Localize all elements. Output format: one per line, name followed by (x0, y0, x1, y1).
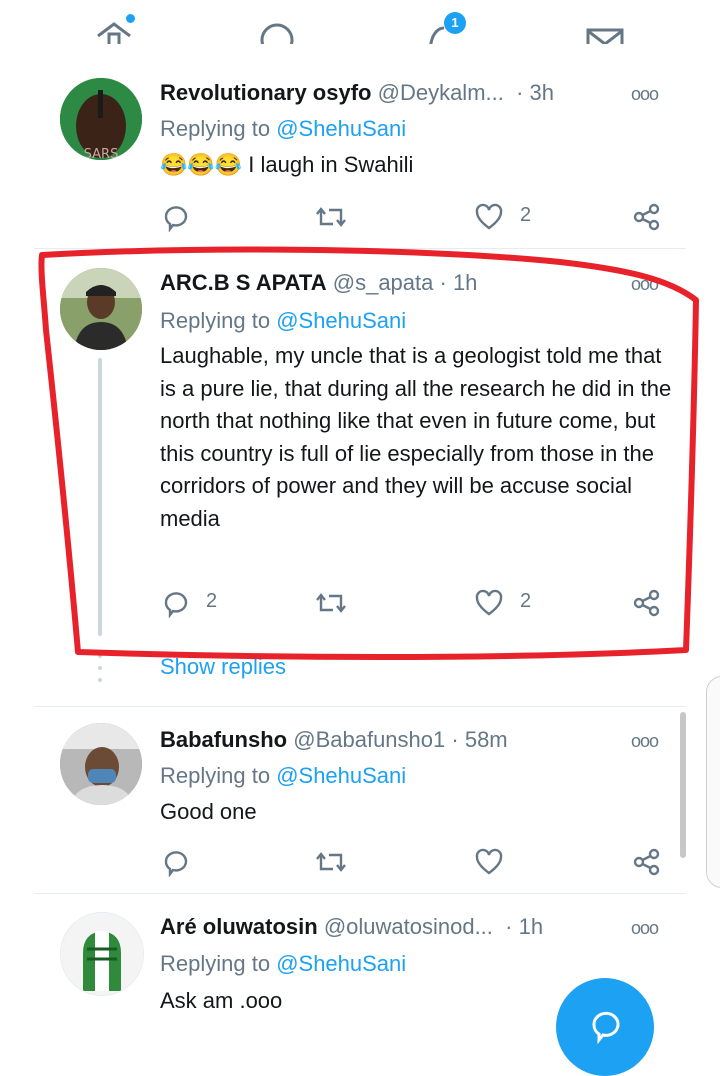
tweet-text: Good one (160, 799, 257, 824)
tweet-babafunsho[interactable]: Babafunsho @Babafunsho1 · 58m ooo Replyi… (34, 707, 686, 893)
heart-icon (475, 848, 503, 875)
tweet-actions (160, 847, 680, 877)
more-options-icon[interactable]: ooo (631, 918, 659, 939)
display-name[interactable]: Babafunsho (160, 727, 287, 752)
replying-to: Replying to @ShehuSani (160, 763, 406, 789)
tweet-header: Babafunsho @Babafunsho1 · 58m (160, 727, 508, 753)
tweet-header: Aré oluwatosin @oluwatosinod... · 1h (160, 914, 543, 940)
replying-prefix: Replying to (160, 763, 277, 788)
display-name[interactable]: Aré oluwatosin (160, 914, 318, 939)
compose-reply-button[interactable] (556, 978, 654, 1076)
avatar[interactable] (60, 912, 144, 996)
reply-icon (592, 1011, 620, 1044)
user-handle[interactable]: @Babafunsho1 (293, 727, 445, 752)
share-icon (633, 848, 660, 876)
retweet-icon (316, 852, 346, 872)
mention-link[interactable]: @ShehuSani (276, 951, 406, 976)
reply-icon (164, 851, 188, 877)
replying-prefix: Replying to (160, 951, 277, 976)
scrollbar[interactable] (680, 712, 686, 858)
more-options-icon[interactable]: ooo (631, 731, 659, 752)
tweet-time: · 1h (505, 914, 544, 939)
avatar[interactable] (60, 723, 142, 805)
mention-link[interactable]: @ShehuSani (276, 763, 406, 788)
tweet-time: · 58m (451, 727, 508, 752)
user-handle[interactable]: @oluwatosinod... (324, 914, 493, 939)
replying-to: Replying to @ShehuSani (160, 951, 406, 977)
edge-panel-handle[interactable] (706, 676, 720, 888)
